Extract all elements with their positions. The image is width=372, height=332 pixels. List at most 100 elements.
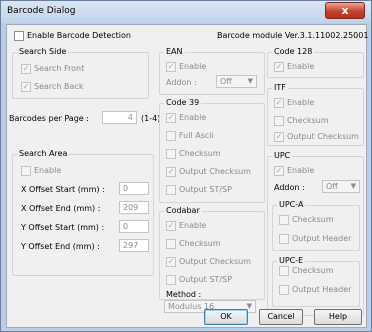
upca-output-header-checkbox[interactable]: Output Header [279, 233, 351, 244]
itf-enable-checkbox[interactable]: ✓ Enable [274, 97, 314, 108]
check-icon: ✓ [166, 220, 176, 231]
codabar-output-stsp-label: Output ST/SP [179, 275, 232, 284]
upca-legend: UPC-A [277, 200, 306, 209]
itf-checksum-checkbox[interactable]: Checksum [274, 115, 329, 126]
barcodes-per-page-input[interactable]: 4 [102, 111, 137, 124]
y-offset-start-label: Y Offset Start (mm) : [21, 223, 105, 232]
ean-enable-label: Enable [179, 62, 207, 71]
codabar-enable-label: Enable [179, 221, 207, 230]
y-offset-start-input[interactable]: 0 [119, 220, 149, 233]
close-button[interactable]: x [325, 2, 365, 19]
code128-enable-checkbox[interactable]: ✓ Enable [274, 61, 314, 72]
ean-group: EAN ✓ Enable Addon : Off ▼ [159, 47, 265, 95]
search-front-checkbox[interactable]: ✓ Search Front [21, 63, 84, 74]
code39-output-checksum-checkbox[interactable]: ✓ Output Checksum [166, 166, 251, 177]
checkbox-box [279, 233, 289, 244]
code39-full-ascii-label: Full Ascii [179, 131, 214, 140]
upce-group: UPC-E Checksum Output Header [272, 256, 360, 307]
ok-button[interactable]: OK [204, 309, 248, 325]
upce-output-header-checkbox[interactable]: Output Header [279, 284, 351, 295]
codabar-method-label: Method : [166, 290, 202, 299]
check-icon: ✓ [166, 256, 176, 267]
itf-output-checksum-label: Output Checksum [287, 132, 359, 141]
checkbox-box [279, 265, 289, 276]
code39-checksum-checkbox[interactable]: Checksum [166, 148, 221, 159]
code39-checksum-label: Checksum [179, 149, 221, 158]
search-back-checkbox[interactable]: ✓ Search Back [21, 81, 83, 92]
barcodes-per-page-label: Barcodes per Page : [9, 114, 89, 123]
upca-checksum-checkbox[interactable]: Checksum [279, 214, 334, 225]
barcodes-per-page-range: (1-4) [141, 114, 161, 123]
itf-group: ITF ✓ Enable Checksum ✓ Output Checksum [267, 83, 364, 146]
upce-legend: UPC-E [277, 256, 306, 265]
cancel-button[interactable]: Cancel [259, 309, 303, 325]
upc-enable-checkbox[interactable]: ✓ Enable [274, 165, 314, 176]
codabar-enable-checkbox[interactable]: ✓ Enable [166, 220, 206, 231]
check-icon: ✓ [166, 112, 176, 123]
search-back-label: Search Back [34, 82, 84, 91]
code39-output-checksum-label: Output Checksum [179, 167, 251, 176]
codabar-output-checksum-label: Output Checksum [179, 257, 251, 266]
barcode-dialog: Barcode Dialog x Enable Barcode Detectio… [0, 0, 372, 332]
search-side-group: Search Side ✓ Search Front ✓ Search Back [12, 47, 149, 99]
upca-group: UPC-A Checksum Output Header [272, 200, 360, 251]
codabar-checksum-checkbox[interactable]: Checksum [166, 238, 221, 249]
checkbox-box [279, 214, 289, 225]
check-icon: ✓ [166, 61, 176, 72]
upca-output-header-label: Output Header [292, 234, 352, 243]
checkbox-box [274, 115, 284, 126]
checkbox-box [166, 130, 176, 141]
checkbox-box[interactable] [14, 30, 24, 41]
code39-legend: Code 39 [164, 98, 202, 107]
upce-checksum-label: Checksum [292, 266, 334, 275]
check-icon: ✓ [166, 166, 176, 177]
y-offset-end-input[interactable]: 297 [119, 239, 149, 252]
ean-addon-label: Addon : [166, 78, 197, 87]
search-area-enable-label: Enable [34, 166, 62, 175]
chevron-down-icon: ▼ [247, 77, 253, 85]
code39-enable-label: Enable [179, 113, 207, 122]
checkbox-box [166, 274, 176, 285]
codabar-output-checksum-checkbox[interactable]: ✓ Output Checksum [166, 256, 251, 267]
upc-addon-label: Addon : [274, 183, 305, 192]
checkbox-box [279, 284, 289, 295]
upc-addon-dropdown[interactable]: Off ▼ [322, 180, 360, 193]
upce-output-header-label: Output Header [292, 285, 352, 294]
search-side-legend: Search Side [17, 47, 69, 56]
ean-addon-value: Off [220, 77, 232, 86]
ean-addon-dropdown[interactable]: Off ▼ [216, 75, 257, 88]
y-offset-end-label: Y Offset End (mm) : [21, 242, 100, 251]
code128-enable-label: Enable [287, 62, 315, 71]
search-front-label: Search Front [34, 64, 85, 73]
code39-group: Code 39 ✓ Enable Full Ascii Checksum ✓ O… [159, 98, 265, 203]
codabar-output-stsp-checkbox[interactable]: Output ST/SP [166, 274, 232, 285]
upc-addon-value: Off [326, 182, 338, 191]
x-offset-start-input[interactable]: 0 [119, 182, 149, 195]
ean-enable-checkbox[interactable]: ✓ Enable [166, 61, 206, 72]
code39-full-ascii-checkbox[interactable]: Full Ascii [166, 130, 214, 141]
search-area-group: Search Area Enable X Offset Start (mm) :… [12, 149, 154, 276]
code128-legend: Code 128 [272, 47, 315, 56]
x-offset-start-label: X Offset Start (mm) : [21, 185, 105, 194]
help-button[interactable]: Help [314, 309, 362, 325]
x-offset-end-label: X Offset End (mm) : [21, 204, 101, 213]
codabar-checksum-label: Checksum [179, 239, 221, 248]
enable-barcode-detection-checkbox[interactable]: Enable Barcode Detection [14, 30, 131, 41]
ean-legend: EAN [164, 47, 185, 56]
upc-enable-label: Enable [287, 166, 315, 175]
code39-output-stsp-checkbox[interactable]: Output ST/SP [166, 184, 232, 195]
upc-legend: UPC [272, 151, 293, 160]
search-area-legend: Search Area [17, 149, 70, 158]
check-icon: ✓ [274, 61, 284, 72]
codabar-group: Codabar ✓ Enable Checksum ✓ Output Check… [159, 206, 265, 300]
checkbox-box [21, 165, 31, 176]
chevron-down-icon: ▼ [350, 182, 356, 190]
itf-legend: ITF [272, 83, 288, 92]
search-area-enable-checkbox[interactable]: Enable [21, 165, 61, 176]
itf-checksum-label: Checksum [287, 116, 329, 125]
code39-enable-checkbox[interactable]: ✓ Enable [166, 112, 206, 123]
x-offset-end-input[interactable]: 209 [119, 201, 149, 214]
upce-checksum-checkbox[interactable]: Checksum [279, 265, 334, 276]
check-icon: ✓ [21, 81, 31, 92]
itf-output-checksum-checkbox[interactable]: ✓ Output Checksum [274, 131, 359, 142]
